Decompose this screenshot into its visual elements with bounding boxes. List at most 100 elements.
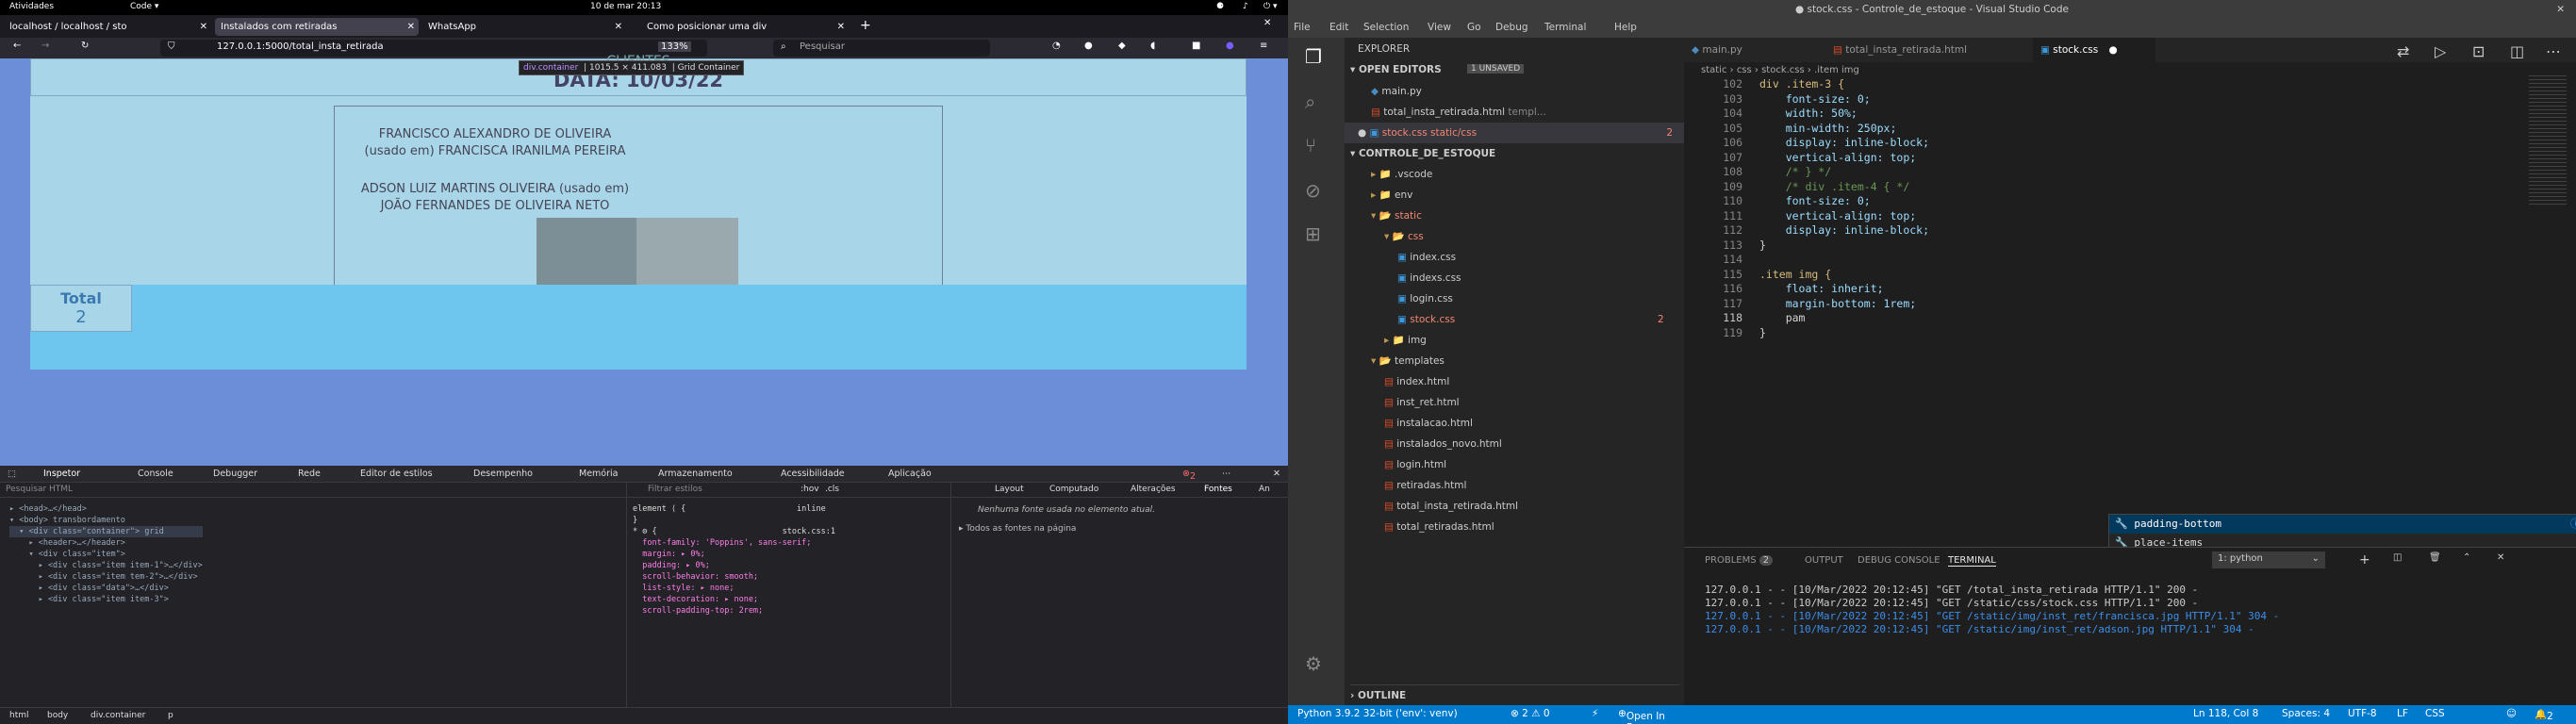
- open-editor-item[interactable]: ◆ main.py: [1371, 81, 1422, 102]
- feedback-icon[interactable]: ☺: [2506, 708, 2517, 719]
- new-terminal-icon[interactable]: +: [2359, 552, 2370, 568]
- source-control-icon[interactable]: ⑂: [1305, 134, 1316, 156]
- tree-item[interactable]: ▤ inst_ret.html: [1384, 392, 1460, 413]
- code-line[interactable]: vertical-align: top;: [1759, 151, 1916, 164]
- suggest-item[interactable]: 🔧 padding-bottom ⓘ: [2109, 515, 2576, 534]
- panel-tab[interactable]: PROBLEMS 2: [1705, 555, 1774, 566]
- tree-item[interactable]: ▤ total_retiradas.html: [1384, 517, 1494, 537]
- tree-item[interactable]: ▤ index.html: [1384, 371, 1449, 392]
- split-terminal-icon[interactable]: ◫: [2393, 552, 2402, 563]
- tree-item[interactable]: ▾ 📂 css: [1384, 226, 1424, 247]
- html-node[interactable]: ▾ <body> transbordamento: [9, 515, 203, 526]
- editor-tab[interactable]: ▤ total_insta_retirada.html: [1825, 38, 2033, 62]
- project-header[interactable]: ▾ CONTROLE_DE_ESTOQUE: [1350, 143, 1495, 164]
- close-tab-icon[interactable]: ✕: [837, 18, 845, 36]
- outline-header[interactable]: › OUTLINE: [1350, 684, 1680, 705]
- css-rule-line[interactable]: element ⟨ { inline: [633, 503, 835, 515]
- tree-item[interactable]: ▣ index.css: [1397, 247, 1456, 268]
- css-rule-line[interactable]: font-family: 'Poppins', sans-serif;: [633, 537, 835, 549]
- python-interpreter[interactable]: Python 3.9.2 32-bit ('env': venv): [1297, 708, 1458, 719]
- devtools-tab[interactable]: Desempenho: [473, 469, 533, 479]
- html-search[interactable]: Pesquisar HTML: [0, 483, 626, 498]
- cls-toggle[interactable]: .cls: [825, 485, 839, 494]
- menu-item[interactable]: File: [1294, 22, 1311, 33]
- code-line[interactable]: font-size: 0;: [1759, 92, 1871, 106]
- all-fonts-toggle[interactable]: ▸ Todos as fontes na página: [959, 524, 1076, 534]
- minimap[interactable]: [2529, 75, 2567, 207]
- menu-item[interactable]: Terminal: [1544, 22, 1586, 33]
- editor-tab-active[interactable]: ▣ stock.css ●: [2033, 38, 2155, 62]
- code-line[interactable]: vertical-align: top;: [1759, 209, 1916, 222]
- trash-icon[interactable]: 🗑: [2429, 552, 2441, 563]
- indentation[interactable]: Spaces: 4: [2282, 708, 2330, 719]
- tree-item[interactable]: ▾ 📂 static: [1371, 206, 1422, 226]
- terminal-output[interactable]: 127.0.0.1 - - [10/Mar/2022 20:12:45] "GE…: [1705, 584, 2279, 636]
- split-editor-icon[interactable]: ◫: [2510, 42, 2524, 60]
- html-node[interactable]: ▸ <header>…</header>: [9, 537, 203, 549]
- open-editors-header[interactable]: ▾ OPEN EDITORS 1 UNSAVED: [1345, 60, 1684, 81]
- tree-item[interactable]: ▣ stock.css 2: [1397, 309, 1664, 330]
- html-node[interactable]: ▾ <div class="container"> grid: [9, 526, 203, 537]
- devtools-tab[interactable]: Acessibilidade: [781, 469, 845, 479]
- code-line[interactable]: }: [1759, 326, 1766, 339]
- breadcrumb-item[interactable]: html: [9, 711, 29, 720]
- breadcrumb-item[interactable]: div.container: [91, 711, 145, 720]
- code-line[interactable]: div .item-3 {: [1759, 77, 1844, 90]
- power-icon[interactable]: ⏻ ▾: [1263, 2, 1278, 11]
- extension-icon[interactable]: ◆: [1118, 41, 1126, 51]
- rules-list[interactable]: element ⟨ { inline} * ⚙ { stock.css:1 fon…: [633, 503, 835, 617]
- breadcrumb-item[interactable]: p: [168, 711, 173, 720]
- run-icon[interactable]: ▷: [2435, 42, 2446, 60]
- app-menu[interactable]: Code ▾: [130, 2, 158, 11]
- maximize-panel-icon[interactable]: ⌃: [2463, 552, 2470, 563]
- close-tab-icon[interactable]: ✕: [407, 18, 415, 36]
- info-icon[interactable]: ⓘ: [2570, 515, 2576, 534]
- clock[interactable]: 10 de mar 20:13: [590, 2, 661, 11]
- search-icon[interactable]: ⌕: [1305, 90, 1315, 113]
- code-line[interactable]: margin-bottom: 1rem;: [1759, 297, 1916, 310]
- devtools-tab[interactable]: Armazenamento: [658, 469, 733, 479]
- css-rule-line[interactable]: * ⚙ { stock.css:1: [633, 526, 835, 537]
- code-line[interactable]: display: inline-block;: [1759, 136, 1929, 149]
- devtools-tab[interactable]: Debugger: [213, 469, 257, 479]
- url-text[interactable]: 127.0.0.1:5000/total_insta_retirada: [217, 41, 384, 52]
- css-rule-line[interactable]: scroll-padding-top: 2rem;: [633, 605, 835, 617]
- layout-tab[interactable]: An: [1259, 485, 1270, 494]
- error-count[interactable]: ⊗ 2: [1182, 469, 1196, 482]
- tree-item[interactable]: ▤ total_insta_retirada.html: [1384, 496, 1518, 517]
- code-line[interactable]: /* } */: [1759, 165, 1831, 178]
- html-node[interactable]: ▸ <div class="item item-1">…</div>: [9, 560, 203, 571]
- html-node[interactable]: ▸ <head>…</head>: [9, 503, 203, 515]
- explorer-icon[interactable]: ❐: [1305, 45, 1322, 68]
- notifications[interactable]: 🔔 2: [2535, 708, 2553, 722]
- code-line[interactable]: float: inherit;: [1759, 282, 1884, 295]
- lightning-icon[interactable]: ⚡: [1592, 708, 1598, 719]
- editor-tab[interactable]: ◆ main.py: [1684, 38, 1825, 62]
- extensions-icon[interactable]: ⊞: [1305, 222, 1321, 245]
- cursor-position[interactable]: Ln 118, Col 8: [2193, 708, 2258, 719]
- settings-gear-icon[interactable]: ⚙: [1305, 652, 1322, 675]
- tree-item[interactable]: ▾ 📂 templates: [1371, 351, 1445, 371]
- close-window-icon[interactable]: ✕: [2556, 4, 2565, 15]
- breadcrumb-item[interactable]: body: [47, 711, 68, 720]
- html-node[interactable]: ▸ <div class="data">…</div>: [9, 583, 203, 594]
- panel-tab[interactable]: OUTPUT: [1805, 555, 1843, 566]
- code-line[interactable]: pam: [1759, 311, 1806, 324]
- network-icon[interactable]: ⚈: [1216, 2, 1224, 11]
- account-icon[interactable]: ●: [1084, 41, 1093, 51]
- menu-item[interactable]: Selection: [1363, 22, 1409, 33]
- tree-item[interactable]: ▣ indexs.css: [1397, 268, 1461, 288]
- css-rule-line[interactable]: }: [633, 515, 835, 526]
- open-in-browser[interactable]: ⊕ Open In Browser: [1618, 708, 1666, 724]
- css-rule-line[interactable]: text-decoration: ▸ none;: [633, 594, 835, 605]
- browser-tab[interactable]: localhost / localhost / sto ✕: [4, 18, 211, 36]
- tree-item[interactable]: ▸ 📁 env: [1371, 185, 1412, 206]
- code-line[interactable]: display: inline-block;: [1759, 223, 1929, 237]
- code-line[interactable]: font-size: 0;: [1759, 194, 1871, 207]
- devtools-tab[interactable]: Memória: [579, 469, 618, 479]
- devtools-tab[interactable]: Console: [138, 469, 173, 479]
- close-devtools-icon[interactable]: ✕: [1273, 469, 1280, 479]
- menu-icon[interactable]: ≡: [1260, 41, 1267, 51]
- devtools-tab[interactable]: Aplicação: [888, 469, 932, 479]
- zoom-badge[interactable]: 133%: [658, 41, 691, 52]
